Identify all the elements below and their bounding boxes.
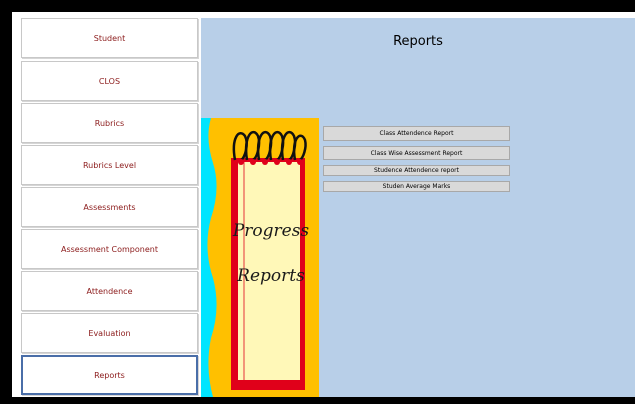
progress-reports-image: Progress Reports bbox=[201, 118, 319, 397]
nav-button-rubrics[interactable]: Rubrics bbox=[21, 103, 198, 143]
class-wise-assessment-report-button[interactable]: Class Wise Assessment Report bbox=[323, 146, 510, 160]
reports-panel: Reports Progress Reports Class Attendenc… bbox=[201, 18, 635, 397]
nav-button-rubrics-level[interactable]: Rubrics Level bbox=[21, 145, 198, 185]
app-client-area: Student CLOS Rubrics Rubrics Level Asses… bbox=[12, 12, 635, 397]
student-average-marks-button[interactable]: Studen Average Marks bbox=[323, 181, 510, 192]
nav-button-reports[interactable]: Reports bbox=[21, 355, 198, 395]
nav-button-evaluation[interactable]: Evaluation bbox=[21, 313, 198, 353]
nav-button-assessments[interactable]: Assessments bbox=[21, 187, 198, 227]
poster-line-reports: Reports bbox=[236, 266, 305, 286]
page-title: Reports bbox=[393, 34, 443, 49]
sidebar: Student CLOS Rubrics Rubrics Level Asses… bbox=[12, 12, 204, 397]
app-window: Student CLOS Rubrics Rubrics Level Asses… bbox=[0, 0, 635, 404]
class-attendence-report-button[interactable]: Class Attendence Report bbox=[323, 126, 510, 141]
nav-button-attendence[interactable]: Attendence bbox=[21, 271, 198, 311]
nav-button-student[interactable]: Student bbox=[21, 18, 198, 58]
nav-button-assessment-component[interactable]: Assessment Component bbox=[21, 229, 198, 269]
student-attendence-report-button[interactable]: Studence Attendence report bbox=[323, 165, 510, 176]
poster-line-progress: Progress bbox=[232, 221, 310, 241]
nav-button-clos[interactable]: CLOS bbox=[21, 61, 198, 101]
